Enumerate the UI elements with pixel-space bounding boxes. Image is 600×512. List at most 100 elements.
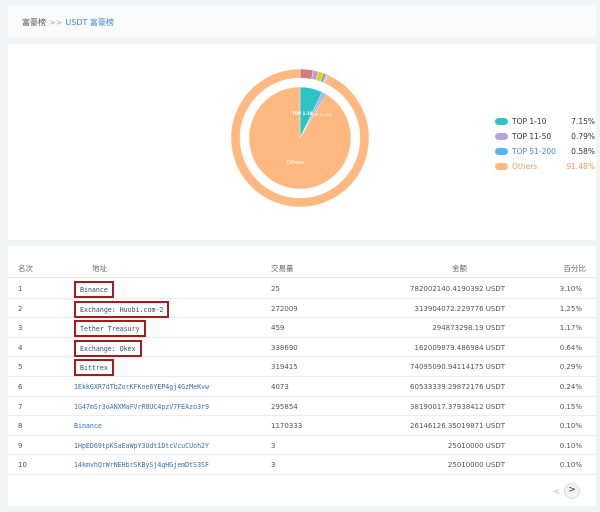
slice-label-top1-10: TOP 1-10 [292, 111, 313, 116]
slice-label-top51-200: TOP 51-200 [310, 113, 333, 117]
chart-legend: TOP 1-10 7.15% TOP 11-50 0.79% TOP 51-20… [495, 117, 595, 177]
amount-cell: 294873298.19 USDT [432, 324, 505, 333]
percentage-cell: 0.15% [559, 402, 582, 411]
legend-item[interactable]: TOP 11-50 0.79% [495, 132, 595, 147]
rank-cell: 7 [18, 402, 23, 411]
amount-cell: 26146126.35019871 USDT [410, 422, 505, 431]
amount-cell: 25010000 USDT [447, 441, 505, 450]
table-row: 5 Bittrex 319415 74095090.94114175 USDT … [8, 357, 596, 377]
percentage-cell: 1.25% [559, 304, 582, 313]
table-row: 10 14kmvhQrWrNEHbrSKBySj4qHGjemDtS3SF 3 … [8, 455, 596, 475]
table-row: 1 Binance 25 782002140.4190392 USDT 3.10… [8, 279, 596, 299]
tx-count-cell: 319415 [271, 363, 298, 372]
pager-next-button[interactable]: > [564, 483, 580, 499]
breadcrumb-bar: 富豪榜 >> USDT 富豪榜 [8, 6, 596, 38]
distribution-chart-panel: TOP 1-10 TOP 51-200 Others TOP 1-10 7.15… [8, 44, 596, 240]
slice-label-others: Others [287, 160, 304, 166]
table-row: 6 1EkkGXR7dTbZorKFKoe6YEP4gj4GzMeKvw 407… [8, 377, 596, 397]
legend-swatch [495, 133, 508, 140]
legend-value: 0.79% [571, 132, 595, 141]
breadcrumb: 富豪榜 >> USDT 富豪榜 [22, 17, 114, 28]
percentage-cell: 3.10% [559, 285, 582, 293]
rank-cell: 6 [18, 382, 23, 391]
address-link[interactable]: Exchange: Huobi.com-2 [74, 300, 170, 318]
percentage-cell: 1.17% [559, 324, 582, 333]
address-link[interactable]: Tether Treasury [74, 320, 146, 338]
tx-count-cell: 459 [271, 324, 285, 333]
legend-value: 7.15% [571, 117, 595, 126]
legend-label: Others [512, 162, 538, 171]
inner-pie [248, 86, 352, 190]
tx-count-cell: 272009 [271, 304, 298, 313]
tx-count-cell: 295854 [271, 402, 298, 411]
legend-item[interactable]: TOP 51-200 0.58% [495, 147, 595, 162]
address-link[interactable]: 1EkkGXR7dTbZorKFKoe6YEP4gj4GzMeKvw [74, 383, 209, 391]
table-body: 1 Binance 25 782002140.4190392 USDT 3.10… [8, 279, 596, 475]
table-row: 9 1HpED69tpKSaEaWpY3Udt1DtcVcuCUoh2Y 3 2… [8, 436, 596, 456]
table-row: 4 Exchange: Okex 338690 162009879.486984… [8, 338, 596, 358]
tx-count-cell: 25 [271, 285, 280, 293]
distribution-donut-chart: TOP 1-10 TOP 51-200 Others [230, 68, 370, 208]
tx-count-cell: 4073 [271, 382, 289, 391]
percentage-cell: 0.10% [559, 461, 582, 470]
column-header-rank: 名次 [18, 264, 33, 273]
column-header-address: 地址 [92, 264, 107, 273]
amount-cell: 74095090.94114175 USDT [410, 363, 505, 372]
rank-cell: 10 [18, 461, 27, 470]
table-row: 8 Binance 1170333 26146126.35019871 USDT… [8, 416, 596, 436]
address-link[interactable]: 1G47mSr3oANXMaFVrR8UC4pzV7FEAzo3r9 [74, 403, 209, 411]
amount-cell: 162009879.486984 USDT [414, 343, 506, 352]
legend-value: 0.58% [571, 147, 595, 156]
percentage-cell: 0.10% [559, 422, 582, 431]
tx-count-cell: 338690 [271, 343, 298, 352]
legend-label: TOP 1-10 [512, 117, 547, 126]
address-link[interactable]: 1HpED69tpKSaEaWpY3Udt1DtcVcuCUoh2Y [74, 442, 209, 450]
address-link[interactable]: Binance [74, 281, 114, 298]
legend-label: TOP 11-50 [512, 132, 552, 141]
legend-swatch [495, 163, 508, 170]
rank-cell: 9 [18, 441, 23, 450]
amount-cell: 782002140.4190392 USDT [410, 285, 505, 293]
tx-count-cell: 3 [271, 441, 276, 450]
address-link[interactable]: 14kmvhQrWrNEHbrSKBySj4qHGjemDtS3SF [74, 461, 209, 469]
rank-cell: 8 [18, 422, 23, 431]
legend-item[interactable]: Others 91.48% [495, 162, 595, 177]
breadcrumb-home-link[interactable]: 富豪榜 [22, 18, 46, 27]
pie-slice[interactable] [248, 86, 352, 190]
rank-cell: 1 [18, 285, 23, 293]
rank-cell: 5 [18, 363, 23, 372]
address-link[interactable]: Bittrex [74, 359, 114, 377]
legend-swatch [495, 148, 508, 155]
percentage-cell: 0.64% [559, 343, 582, 352]
tx-count-cell: 3 [271, 461, 276, 470]
amount-cell: 313904072.229776 USDT [414, 304, 506, 313]
table-header: 名次 地址 交易量 金额 百分比 [8, 256, 596, 278]
column-header-tx-count: 交易量 [271, 264, 294, 273]
table-row: 3 Tether Treasury 459 294873298.19 USDT … [8, 318, 596, 338]
rank-cell: 2 [18, 304, 23, 313]
table-row: 2 Exchange: Huobi.com-2 272009 313904072… [8, 299, 596, 319]
address-link[interactable]: Exchange: Okex [74, 339, 142, 357]
column-header-amount: 金额 [452, 264, 467, 273]
legend-item[interactable]: TOP 1-10 7.15% [495, 117, 595, 132]
rank-cell: 4 [18, 343, 23, 352]
percentage-cell: 0.29% [559, 363, 582, 372]
rank-cell: 3 [18, 324, 23, 333]
legend-value: 91.48% [566, 162, 595, 171]
percentage-cell: 0.24% [559, 382, 582, 391]
column-header-percentage: 百分比 [563, 264, 587, 273]
outer-ring-slice[interactable] [299, 68, 314, 80]
tx-count-cell: 1170333 [271, 422, 303, 431]
amount-cell: 38190017.37938412 USDT [410, 402, 505, 411]
rich-list-table-panel: 名次 地址 交易量 金额 百分比 1 Binance 25 782002140.… [8, 246, 596, 506]
amount-cell: 60533339.29872176 USDT [410, 382, 505, 391]
breadcrumb-separator: >> [49, 18, 63, 27]
pager-prev-button[interactable]: < [553, 487, 560, 496]
address-link[interactable]: Binance [74, 422, 102, 430]
table-row: 7 1G47mSr3oANXMaFVrR8UC4pzV7FEAzo3r9 295… [8, 397, 596, 417]
legend-label: TOP 51-200 [512, 147, 556, 156]
percentage-cell: 0.10% [559, 441, 582, 450]
legend-swatch [495, 118, 508, 125]
amount-cell: 25010000 USDT [447, 461, 505, 470]
breadcrumb-current: USDT 富豪榜 [65, 18, 114, 27]
